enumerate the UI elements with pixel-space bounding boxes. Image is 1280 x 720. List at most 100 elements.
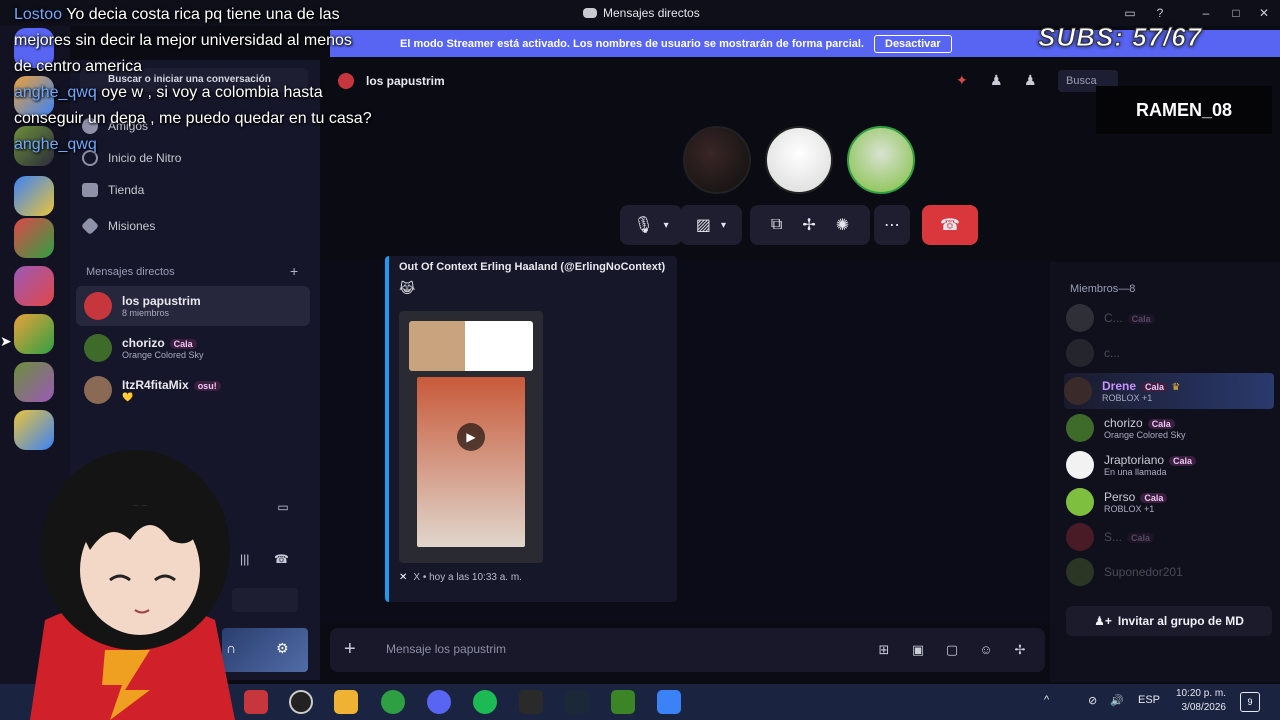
emoji-icon[interactable]: ☺	[976, 640, 996, 660]
add-user-icon: ♟+	[1094, 614, 1112, 628]
camera-off-icon: ▨	[695, 217, 712, 234]
member-item-perso[interactable]: Perso Cala ROBLOX +1	[1066, 485, 1274, 519]
member-item[interactable]: Suponedor201	[1066, 555, 1274, 589]
phone-hangup-icon: ☎	[940, 217, 960, 234]
server-folder-3[interactable]	[14, 176, 54, 216]
avatar	[84, 334, 112, 362]
stream-chat-overlay: Lostoo Yo decia costa rica pq tiene una …	[14, 2, 374, 158]
quests-icon	[80, 216, 100, 236]
camera-button[interactable]: ▨ ▾	[680, 205, 742, 245]
member-list-header: Miembros—8	[1070, 283, 1136, 295]
channel-title: los papustrim	[366, 74, 445, 88]
embed-video[interactable]: ▶	[399, 311, 543, 563]
taskbar-minecraft[interactable]	[611, 690, 635, 714]
shield-icon[interactable]: ⊘	[1088, 694, 1097, 707]
server-folder-7[interactable]	[14, 362, 54, 402]
invite-to-group-button[interactable]: ♟+ Invitar al grupo de MD	[1066, 606, 1272, 636]
add-friends-icon[interactable]: ♟	[990, 72, 1003, 89]
add-dm-icon[interactable]: +	[290, 263, 298, 279]
sticker-icon[interactable]: ▢	[942, 640, 962, 660]
server-folder-5[interactable]	[14, 266, 54, 306]
avatar	[1066, 304, 1094, 332]
voice-actions-group: ⧉ ✢ ✺	[750, 205, 870, 245]
shop-icon	[82, 183, 98, 197]
voice-participant-3[interactable]	[847, 126, 915, 194]
mute-button[interactable]: 🎙 ▾	[620, 205, 682, 245]
disable-streamer-button[interactable]: Desactivar	[874, 34, 952, 53]
avatar	[1066, 488, 1094, 516]
screen-share-icon[interactable]: ⧉	[771, 216, 782, 234]
gift-icon[interactable]: ⊞	[874, 640, 894, 660]
taskbar-xbox[interactable]	[381, 690, 405, 714]
embed-author[interactable]: Out Of Context Erling Haaland (@ErlingNo…	[399, 261, 665, 273]
microphone-icon: 🎙	[633, 217, 654, 234]
gif-icon[interactable]: ▣	[908, 640, 928, 660]
gear-icon[interactable]: ⚙	[276, 640, 289, 657]
taskbar-steam[interactable]	[565, 690, 589, 714]
apps-icon[interactable]: ✢	[1010, 640, 1030, 660]
activities-icon[interactable]: ✢	[802, 215, 815, 235]
avatar	[1066, 523, 1094, 551]
clock[interactable]: 10:20 p. m. 3/08/2026	[1166, 687, 1226, 715]
member-item-chorizo[interactable]: chorizo Cala Orange Colored Sky	[1066, 411, 1274, 445]
voice-participant-2[interactable]	[765, 126, 833, 194]
member-item[interactable]: c...	[1066, 336, 1274, 370]
chevron-up-icon[interactable]: ^	[1044, 694, 1049, 706]
avatar	[1066, 339, 1094, 367]
avatar	[1066, 558, 1094, 586]
taskbar-app-10[interactable]	[657, 690, 681, 714]
taskbar-obs[interactable]	[289, 690, 313, 714]
message-input[interactable]: Mensaje los papustrim	[386, 642, 506, 656]
subs-counter: SUBS: 57/67	[1037, 22, 1203, 53]
member-item-drene[interactable]: Drene Cala ♛ ROBLOX +1	[1064, 373, 1274, 409]
member-item[interactable]: S... Cala	[1066, 520, 1274, 554]
member-item-jraptoriano[interactable]: Jraptoriano Cala En una llamada	[1066, 448, 1274, 482]
notifications-icon[interactable]: 9	[1240, 692, 1260, 712]
chevron-down-icon: ▾	[721, 219, 727, 231]
crown-icon: ♛	[1171, 382, 1181, 393]
maximize-button[interactable]: □	[1228, 5, 1244, 21]
server-folder-4[interactable]	[14, 218, 54, 258]
dm-item-los-papustrim[interactable]: los papustrim 8 miembros	[76, 286, 310, 326]
chat-message: Lostoo Yo decia costa rica pq tiene una …	[14, 6, 352, 75]
chat-message: anghe_qwq	[14, 136, 97, 153]
taskbar-discord[interactable]	[427, 690, 451, 714]
member-item[interactable]: C... Cala	[1066, 301, 1274, 335]
inbox-icon[interactable]: ▭	[1122, 5, 1138, 21]
play-icon[interactable]: ▶	[457, 423, 485, 451]
group-avatar	[84, 292, 112, 320]
taskbar-epic-games[interactable]	[519, 690, 543, 714]
message-composer[interactable]: + Mensaje los papustrim ⊞ ▣ ▢ ☺ ✢	[330, 628, 1045, 672]
server-tag: Cala	[169, 339, 197, 349]
language-indicator[interactable]: ESP	[1138, 694, 1160, 706]
ramen-label: RAMEN_08	[1096, 86, 1272, 134]
x-logo-icon: ✕	[399, 572, 408, 583]
dm-item-chorizo[interactable]: chorizo Cala Orange Colored Sky	[76, 328, 310, 368]
discord-icon	[583, 8, 597, 18]
dm-section-header: Mensajes directos	[86, 266, 175, 278]
taskbar-file-explorer[interactable]	[334, 690, 358, 714]
hangup-button[interactable]: ☎	[922, 205, 978, 245]
voice-participant-1[interactable]	[683, 126, 751, 194]
help-icon[interactable]: ?	[1152, 5, 1168, 21]
members-icon[interactable]: ♟	[1024, 72, 1037, 89]
pin-icon[interactable]: ✦	[956, 72, 968, 89]
attach-icon[interactable]: +	[344, 638, 356, 661]
screen-share-icon[interactable]: ▭	[270, 500, 296, 522]
window-title: Mensajes directos	[583, 6, 700, 20]
embed-emoji: 😹	[399, 280, 416, 296]
close-button[interactable]: ✕	[1256, 5, 1272, 21]
chevron-down-icon: ▾	[663, 219, 669, 231]
dm-item-itzr4fitamix[interactable]: ItzR4fitaMix osu! 💛	[76, 370, 310, 410]
nav-shop[interactable]: Tienda	[82, 176, 144, 204]
volume-icon[interactable]: 🔊	[1110, 694, 1124, 707]
avatar	[1066, 414, 1094, 442]
minimize-button[interactable]: –	[1198, 5, 1214, 21]
taskbar-spotify[interactable]	[473, 690, 497, 714]
cursor-icon: ➤	[0, 333, 12, 349]
disconnect-icon[interactable]: ☎	[274, 552, 296, 574]
nav-quests[interactable]: Misiones	[80, 212, 155, 240]
server-folder-6[interactable]	[14, 314, 54, 354]
soundboard-icon[interactable]: ✺	[836, 215, 849, 235]
more-options-button[interactable]: ⋯	[874, 205, 910, 245]
